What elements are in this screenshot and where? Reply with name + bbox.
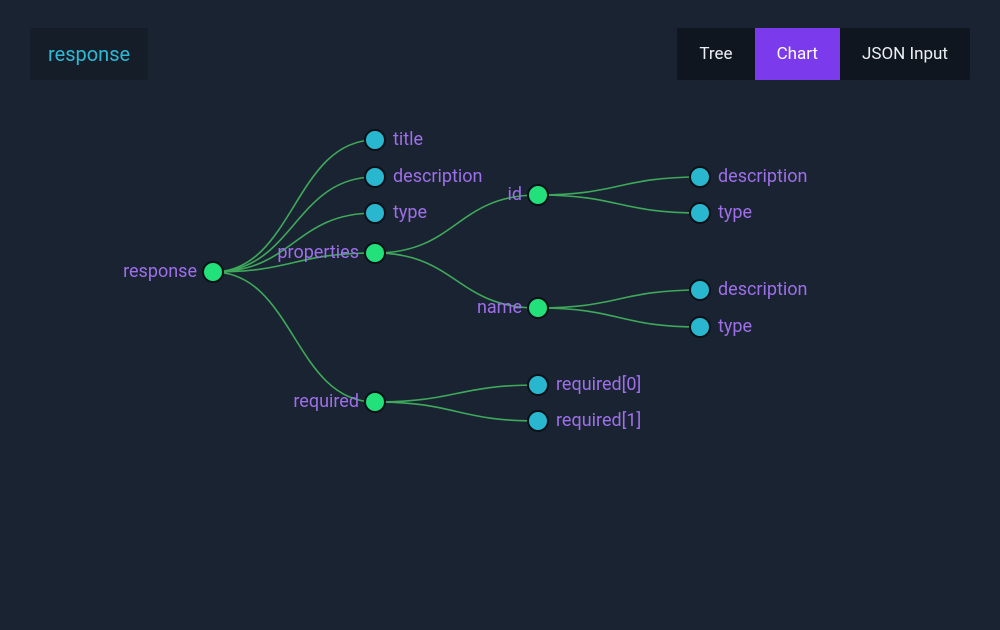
tree-edge xyxy=(375,402,538,421)
tree-node-response[interactable] xyxy=(203,262,223,282)
tree-node-label: title xyxy=(393,129,423,150)
tree-node-label: description xyxy=(718,279,807,300)
tree-node-label: required[0] xyxy=(556,374,641,395)
tree-node-id[interactable] xyxy=(528,185,548,205)
tree-node-label: description xyxy=(718,166,807,187)
tab-chart[interactable]: Chart xyxy=(755,28,840,80)
tree-edge xyxy=(538,195,700,213)
tree-edge xyxy=(375,385,538,402)
tab-json-input[interactable]: JSON Input xyxy=(840,28,970,80)
view-mode-tabs: Tree Chart JSON Input xyxy=(677,28,970,80)
tree-node-name_type[interactable] xyxy=(690,317,710,337)
tree-node-label: description xyxy=(393,166,482,187)
tab-tree[interactable]: Tree xyxy=(677,28,754,80)
tree-node-label: type xyxy=(393,202,427,223)
tree-node-properties[interactable] xyxy=(365,243,385,263)
tree-node-title[interactable] xyxy=(365,130,385,150)
tree-node-required[interactable] xyxy=(365,392,385,412)
tree-node-required0[interactable] xyxy=(528,375,548,395)
tree-edge xyxy=(538,290,700,308)
tree-node-label: required xyxy=(293,391,359,412)
tree-edge xyxy=(213,272,375,402)
tree-node-label: type xyxy=(718,316,752,337)
tree-node-name_desc[interactable] xyxy=(690,280,710,300)
tree-node-name[interactable] xyxy=(528,298,548,318)
header-bar: response Tree Chart JSON Input xyxy=(0,0,1000,80)
tree-node-type[interactable] xyxy=(365,203,385,223)
tree-node-description[interactable] xyxy=(365,167,385,187)
tree-node-label: id xyxy=(507,184,522,205)
tree-node-label: type xyxy=(718,202,752,223)
tree-edge xyxy=(538,177,700,195)
tree-node-label: required[1] xyxy=(556,410,641,431)
tree-node-id_desc[interactable] xyxy=(690,167,710,187)
tree-node-id_type[interactable] xyxy=(690,203,710,223)
tree-node-required1[interactable] xyxy=(528,411,548,431)
tree-node-label: name xyxy=(477,297,522,318)
schema-title-chip[interactable]: response xyxy=(30,28,148,80)
tree-edge xyxy=(538,308,700,327)
tree-node-label: response xyxy=(123,261,197,282)
tree-node-label: properties xyxy=(277,242,359,263)
